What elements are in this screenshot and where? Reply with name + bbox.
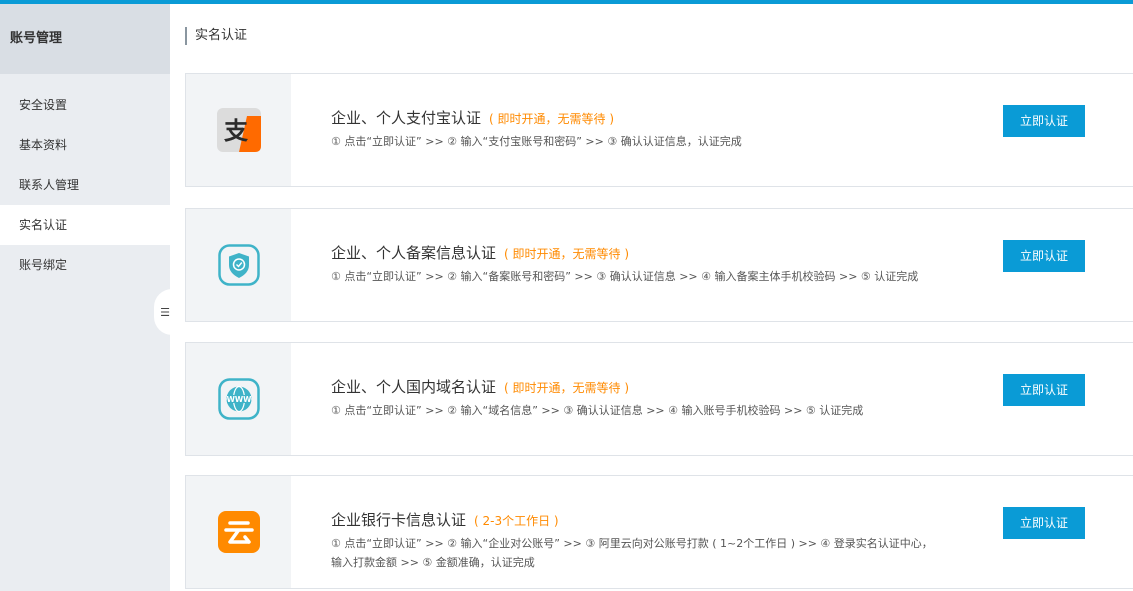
card-icon-area: 支: [186, 74, 291, 186]
verify-card-alipay: 支 企业、个人支付宝认证 ( 即时开通，无需等待 ) ① 点击“立即认证” >> …: [185, 73, 1133, 187]
card-icon-area: [186, 476, 291, 588]
card-title: 企业、个人国内域名认证 ( 即时开通，无需等待 ): [331, 376, 629, 397]
verify-card-domain: WWW 企业、个人国内域名认证 ( 即时开通，无需等待 ) ① 点击“立即认证” …: [185, 342, 1133, 456]
card-title: 企业、个人备案信息认证 ( 即时开通，无需等待 ): [331, 242, 629, 263]
verify-now-button[interactable]: 立即认证: [1003, 240, 1085, 272]
verify-now-button[interactable]: 立即认证: [1003, 105, 1085, 137]
card-icon-area: [186, 209, 291, 321]
main-content: 实名认证 支 企业、个人支付宝认证 ( 即时开通，无需等待 ) ① 点击“立即认证…: [170, 4, 1133, 591]
card-title: 企业、个人支付宝认证 ( 即时开通，无需等待 ): [331, 107, 614, 128]
verify-now-button[interactable]: 立即认证: [1003, 507, 1085, 539]
sidebar-title: 账号管理: [0, 4, 170, 74]
aliyun-bank-icon: [217, 511, 260, 553]
card-note: ( 即时开通，无需等待 ): [504, 247, 630, 261]
card-steps: ① 点击“立即认证” >> ② 输入“企业对公账号” >> ③ 阿里云向对公账号…: [331, 537, 933, 569]
page-title: 实名认证: [185, 27, 247, 45]
svg-text:支: 支: [224, 117, 249, 145]
sidebar-item-contacts[interactable]: 联系人管理: [0, 165, 170, 205]
card-title-text: 企业、个人备案信息认证: [331, 244, 497, 262]
card-steps: ① 点击“立即认证” >> ② 输入“支付宝账号和密码” >> ③ 确认认证信息…: [331, 135, 742, 148]
verify-card-bank: 企业银行卡信息认证 ( 2-3个工作日 ) ① 点击“立即认证” >> ② 输入“…: [185, 475, 1133, 589]
card-title: 企业银行卡信息认证 ( 2-3个工作日 ): [331, 509, 559, 530]
sidebar-menu: 安全设置 基本资料 联系人管理 实名认证 账号绑定: [0, 74, 170, 285]
card-note: ( 2-3个工作日 ): [474, 514, 559, 528]
sidebar-item-binding[interactable]: 账号绑定: [0, 245, 170, 285]
card-title-text: 企业、个人国内域名认证: [331, 378, 497, 396]
sidebar: 账号管理 安全设置 基本资料 联系人管理 实名认证 账号绑定: [0, 4, 170, 591]
card-steps: ① 点击“立即认证” >> ② 输入“备案账号和密码” >> ③ 确认认证信息 …: [331, 270, 919, 283]
card-title-text: 企业银行卡信息认证: [331, 511, 467, 529]
sidebar-item-profile[interactable]: 基本资料: [0, 125, 170, 165]
verify-card-beian: 企业、个人备案信息认证 ( 即时开通，无需等待 ) ① 点击“立即认证” >> ②…: [185, 208, 1133, 322]
card-steps: ① 点击“立即认证” >> ② 输入“域名信息” >> ③ 确认认证信息 >> …: [331, 404, 864, 417]
collapse-menu-icon: ☰: [160, 305, 170, 319]
alipay-icon: 支: [216, 108, 261, 152]
card-note: ( 即时开通，无需等待 ): [489, 112, 615, 126]
card-icon-area: WWW: [186, 343, 291, 455]
svg-text:WWW: WWW: [226, 395, 252, 404]
verify-now-button[interactable]: 立即认证: [1003, 374, 1085, 406]
card-title-text: 企业、个人支付宝认证: [331, 109, 482, 127]
sidebar-item-security[interactable]: 安全设置: [0, 85, 170, 125]
beian-shield-icon: [217, 244, 260, 286]
www-globe-icon: WWW: [217, 378, 260, 420]
sidebar-item-real-name[interactable]: 实名认证: [0, 205, 170, 245]
card-note: ( 即时开通，无需等待 ): [504, 381, 630, 395]
